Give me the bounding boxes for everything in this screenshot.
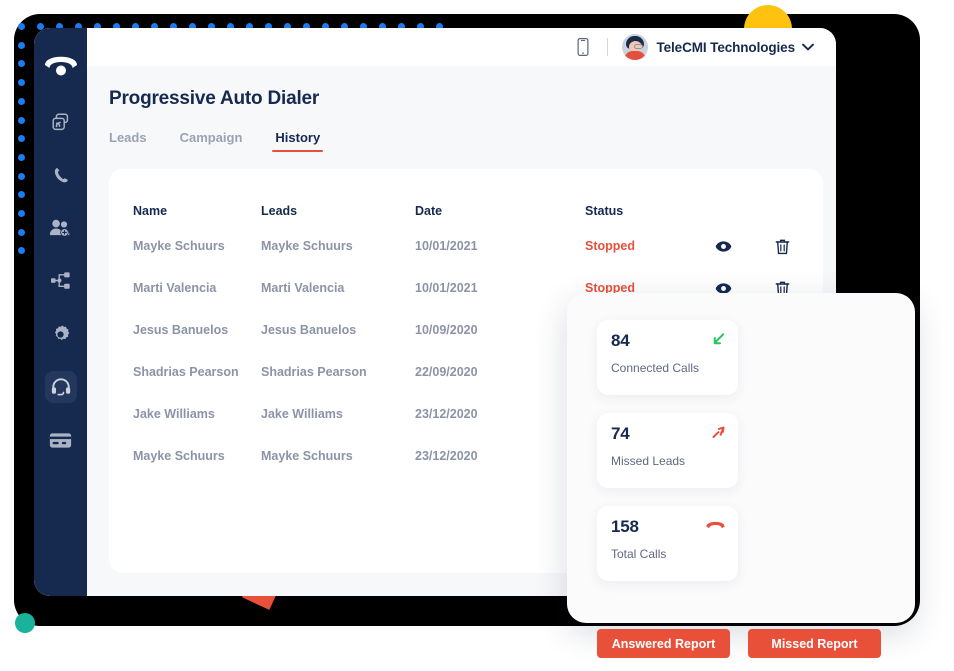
avatar[interactable] xyxy=(622,34,649,60)
avatar-glasses xyxy=(634,44,644,49)
cell-name: Mayke Schuurs xyxy=(133,449,225,463)
gear-settings-icon xyxy=(50,324,71,345)
decorative-dot xyxy=(18,116,25,124)
eye-icon[interactable] xyxy=(715,240,775,253)
tab-leads[interactable]: Leads xyxy=(109,130,147,152)
stat-card-grid: 84 Connected Calls 74 Missed Leads 158 Total … xyxy=(597,320,885,599)
arrow-missed-icon xyxy=(711,425,726,440)
cell-leads: Shadrias Pearson xyxy=(261,365,367,379)
decorative-teal-circle xyxy=(15,613,35,633)
sidebar xyxy=(34,28,87,596)
cell-delete-action xyxy=(775,225,823,267)
cell-leads: Mayke Schuurs xyxy=(261,239,353,253)
stat-label: Missed Leads xyxy=(611,454,686,468)
broadcast-icon xyxy=(50,111,72,133)
cell-name: Mayke Schuurs xyxy=(133,239,225,253)
cell-name: Shadrias Pearson xyxy=(133,365,239,379)
tab-campaign[interactable]: Campaign xyxy=(180,130,243,152)
tab-bar: Leads Campaign History xyxy=(109,130,836,152)
cell-date: 23/12/2020 xyxy=(415,449,478,463)
status-badge: Stopped xyxy=(585,239,635,253)
answered-report-button[interactable]: Answered Report xyxy=(597,629,730,658)
headset-support-icon xyxy=(50,376,72,398)
stat-card: 84 Connected Calls xyxy=(597,320,738,395)
decorative-dot xyxy=(18,172,25,180)
table-row[interactable]: Mayke Schuurs Mayke Schuurs 10/01/2021 Stop… xyxy=(109,225,823,267)
add-users-icon xyxy=(49,218,72,238)
page-title: Progressive Auto Dialer xyxy=(109,88,320,109)
decorative-dot xyxy=(18,23,25,30)
cell-date: 23/12/2020 xyxy=(415,407,478,421)
sidebar-item-settings[interactable] xyxy=(45,318,77,350)
cell-leads: Marti Valencia xyxy=(261,281,345,295)
decorative-dot xyxy=(18,97,25,105)
cell-date: 10/09/2020 xyxy=(415,323,478,337)
stat-label: Connected Calls xyxy=(611,361,700,375)
decorative-dot xyxy=(18,41,25,49)
cell-name: Jake Williams xyxy=(133,407,215,421)
screenshot-stage: TeleCMI Technologies Progressive Auto Di… xyxy=(0,0,954,671)
cell-view-action xyxy=(715,225,775,267)
stat-card: 158 Total Calls xyxy=(597,506,738,581)
stat-card: 74 Missed Leads xyxy=(597,413,738,488)
cell-leads: Jake Williams xyxy=(261,407,343,421)
cell-date: 10/01/2021 xyxy=(415,281,478,295)
cell-date: 22/09/2020 xyxy=(415,365,478,379)
trash-icon[interactable] xyxy=(775,238,823,255)
org-name[interactable]: TeleCMI Technologies xyxy=(656,40,795,55)
sidebar-item-support[interactable] xyxy=(44,371,77,403)
sidebar-item-broadcast[interactable] xyxy=(45,106,77,138)
arrow-incoming-icon xyxy=(711,332,726,347)
content-header: Progressive Auto Dialer Leads Campaign His… xyxy=(87,66,836,152)
column-header-date: Date xyxy=(415,204,443,218)
network-flow-icon xyxy=(50,271,72,291)
decorative-dot xyxy=(18,228,25,236)
stat-value: 84 xyxy=(611,331,630,350)
cell-name: Jesus Banuelos xyxy=(133,323,229,337)
decorative-dot xyxy=(18,153,25,161)
cell-leads: Mayke Schuurs xyxy=(261,449,353,463)
mobile-phone-icon[interactable] xyxy=(573,35,593,59)
sidebar-item-network-flow[interactable] xyxy=(45,265,77,297)
avatar-shirt xyxy=(624,51,647,60)
chevron-down-icon[interactable] xyxy=(802,43,814,51)
sidebar-item-billing[interactable] xyxy=(45,424,77,456)
phone-call-icon xyxy=(51,165,71,185)
payment-card-icon xyxy=(49,432,72,449)
sidebar-items xyxy=(34,106,87,456)
table-head: Name Leads Date Status xyxy=(109,169,823,225)
cell-name: Marti Valencia xyxy=(133,281,217,295)
missed-report-button[interactable]: Missed Report xyxy=(748,629,881,658)
call-summary-popup: 84 Connected Calls 74 Missed Leads 158 Total … xyxy=(567,293,915,658)
tab-history[interactable]: History xyxy=(272,130,324,152)
topbar: TeleCMI Technologies xyxy=(87,28,836,66)
column-header-actions xyxy=(715,169,775,225)
stat-value: 74 xyxy=(611,424,630,443)
sidebar-item-calls[interactable] xyxy=(45,159,77,191)
cell-date: 10/01/2021 xyxy=(415,239,478,253)
column-header-status: Status xyxy=(585,204,624,218)
column-header-name: Name xyxy=(133,204,168,218)
sidebar-item-add-users[interactable] xyxy=(45,212,77,244)
phone-hangup-icon xyxy=(705,518,726,531)
phone-hangup-logo-icon[interactable] xyxy=(41,46,81,80)
column-header-leads: Leads xyxy=(261,204,298,218)
cell-leads: Jesus Banuelos xyxy=(261,323,357,337)
column-header-actions xyxy=(775,169,823,225)
table-header-row: Name Leads Date Status xyxy=(109,169,823,225)
decorative-dot xyxy=(18,210,25,217)
stat-label: Total Calls xyxy=(611,547,667,561)
topbar-divider xyxy=(607,38,609,56)
report-button-row: Answered Report Missed Report xyxy=(597,629,885,658)
